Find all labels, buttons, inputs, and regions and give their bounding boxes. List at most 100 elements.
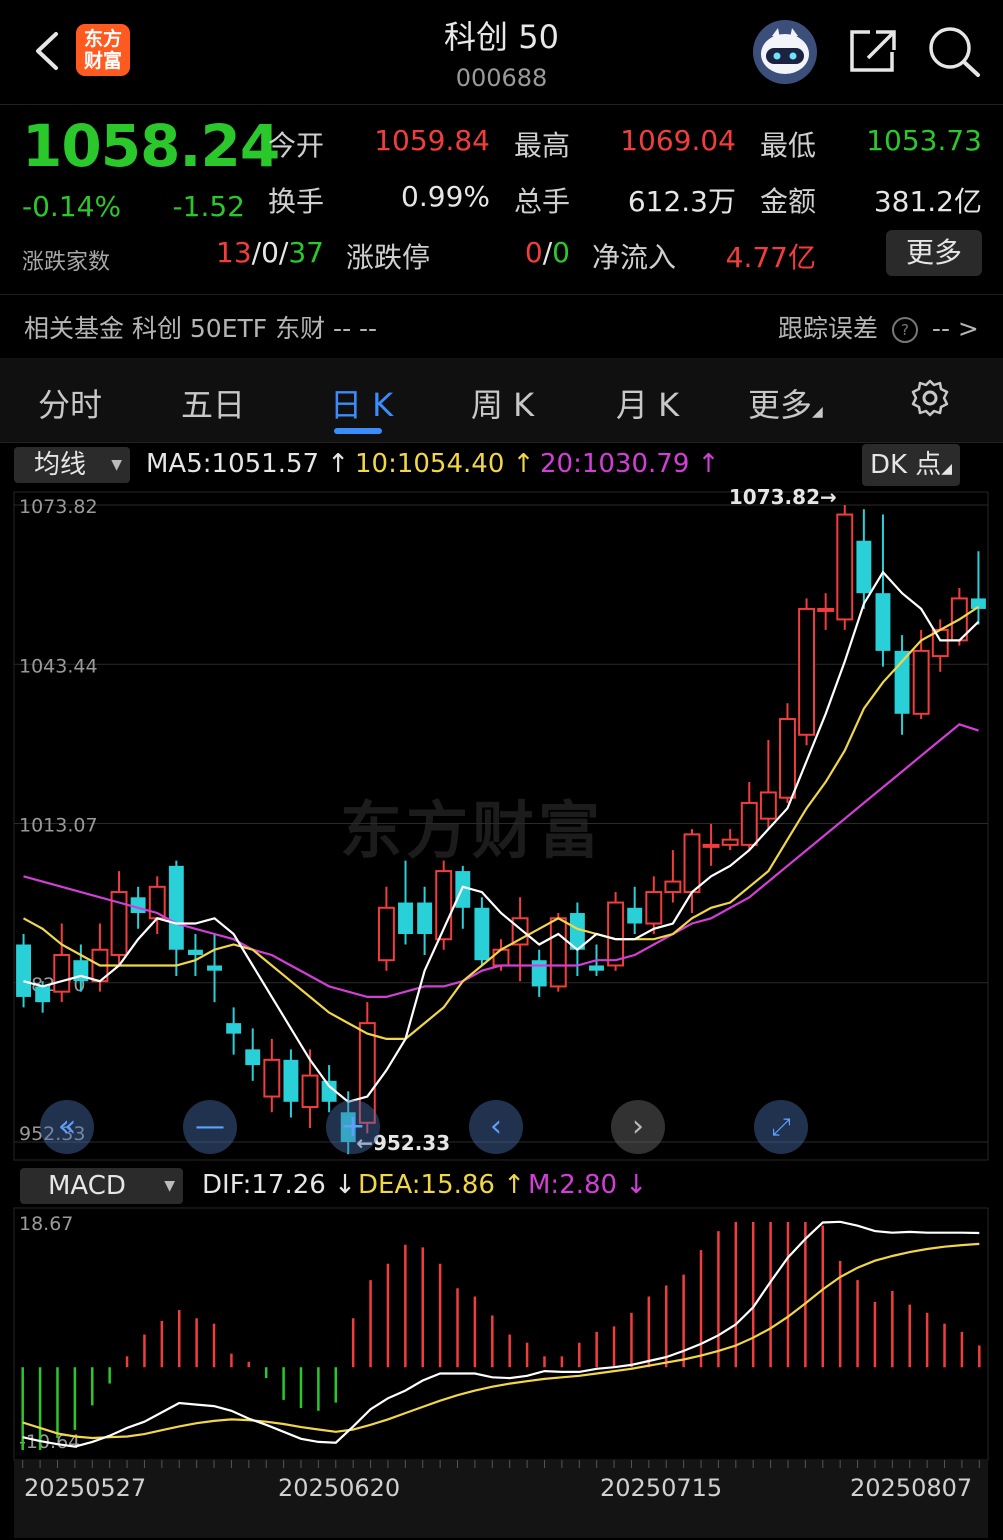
date-axis-label: 20250715 (600, 1474, 722, 1502)
m-readout: M:2.80 ↓ (528, 1170, 648, 1200)
open-label: 今开 (268, 129, 325, 162)
ma-select-label: 均线 (34, 450, 87, 480)
zoom-out-button[interactable]: — (183, 1100, 237, 1154)
candle-body-down (130, 897, 146, 914)
limit-up-count: 0 (524, 236, 543, 269)
y-axis-label: 1043.44 (19, 655, 98, 677)
tracking-error-value: -- (931, 314, 958, 343)
limit-down-count: 0 (552, 236, 570, 269)
netflow-label: 净流入 (592, 241, 677, 274)
candlestick-chart[interactable]: 1073.821043.441013.07982.70952.331073.82… (0, 486, 1003, 1166)
fullscreen-button[interactable]: ⤢ (754, 1100, 808, 1154)
candle-body-up (836, 513, 854, 621)
candle-body-down (16, 944, 31, 997)
candle-body-down (474, 907, 490, 961)
chevron-right-icon: › (632, 1109, 644, 1144)
amount-value: 381.2亿 (873, 185, 982, 218)
chart-period-tabs: 分时 五日 日 K 周 K 月 K 更多◢ (0, 358, 1003, 443)
turnover-value: 0.99% (401, 180, 490, 213)
candle-body-up (721, 838, 739, 846)
pan-right-button[interactable]: › (611, 1100, 665, 1154)
candle-body-down (168, 865, 184, 950)
open-value: 1059.84 (374, 124, 490, 157)
ma20-readout: 20:1030.79 ↑ (540, 449, 720, 479)
macd-chart[interactable]: 18.67-10.6420250527 20250620 20250715 20250… (0, 1206, 1003, 1540)
expand-arrows-icon: ⤢ (771, 1113, 791, 1141)
pan-left-button[interactable]: ‹ (469, 1100, 523, 1154)
candle-body-up (702, 843, 720, 848)
settings-gear-icon[interactable] (910, 378, 950, 418)
candle-body-up (817, 607, 835, 612)
current-price: 1058.24 (22, 112, 280, 180)
dropdown-triangle-icon: ▼ (111, 457, 122, 473)
dropdown-triangle-icon: ▼ (164, 1178, 175, 1194)
top-bar: 东方 财富 科创 50 000688 (0, 0, 1003, 105)
candle-body-up (759, 791, 777, 820)
dec-count: 37 (288, 236, 324, 269)
candle-body-up (740, 801, 758, 846)
indicator-select-macd[interactable]: MACD ▼ (20, 1168, 183, 1204)
candle-body-down (398, 902, 413, 935)
adv-dec-label: 涨跌家数 (22, 250, 111, 275)
date-axis-label: 20250620 (278, 1474, 400, 1502)
tab-five-day[interactable]: 五日 (181, 380, 245, 426)
search-icon[interactable] (926, 24, 982, 78)
ma10-readout: 10:1054.40 ↑ (355, 449, 535, 479)
date-axis-bar (14, 1460, 988, 1538)
double-chevron-left-icon: « (57, 1109, 77, 1144)
low-label: 最低 (760, 129, 817, 162)
tab-monthly-k[interactable]: 月 K (616, 380, 679, 426)
candle-body-up (607, 901, 625, 967)
tab-daily-k[interactable]: 日 K (330, 380, 393, 426)
share-icon[interactable] (846, 26, 900, 76)
tab-intraday[interactable]: 分时 (38, 380, 102, 426)
high-price-marker: 1073.82→ (729, 486, 837, 509)
candle-body-down (226, 1023, 242, 1034)
candle-body-up (645, 891, 663, 925)
indicator-select-ma[interactable]: 均线 ▼ (14, 447, 130, 483)
candle-body-up (912, 649, 930, 715)
dk-points-button[interactable]: DK 点◢ (862, 444, 960, 486)
tracking-error: 跟踪误差 ? -- > (778, 309, 979, 345)
candle-body-up (549, 917, 567, 988)
candle-body-down (245, 1049, 261, 1066)
change-percent: -0.14% (22, 190, 122, 223)
tab-weekly-k[interactable]: 周 K (471, 380, 534, 426)
macd-select-label: MACD (48, 1171, 126, 1201)
help-circle-icon[interactable]: ? (891, 317, 918, 343)
robot-assistant-icon[interactable] (750, 18, 820, 86)
adv-dec-values: 13/0/37 (216, 236, 324, 269)
ma10-line (22, 605, 980, 1041)
candle-body-down (35, 986, 51, 1003)
adv-count: 13 (216, 236, 252, 269)
candle-body-down (531, 960, 547, 987)
related-fund-row[interactable]: 相关基金 科创 50ETF 东财 -- -- 跟踪误差 ? -- > (0, 294, 1003, 360)
dif-readout: DIF:17.26 ↓ (202, 1170, 356, 1200)
tracking-error-label: 跟踪误差 (778, 314, 879, 343)
more-quote-button[interactable]: 更多 (886, 230, 982, 276)
limit-label: 涨跌停 (346, 241, 431, 274)
candle-body-down (856, 540, 872, 594)
candle-body-up (798, 607, 816, 736)
date-axis-label: 20250807 (850, 1474, 972, 1502)
candle-body-up (492, 948, 510, 967)
ma5-readout: MA5:1051.57 ↑ (146, 449, 350, 479)
candle-body-up (779, 718, 796, 799)
candle-body-down (207, 965, 222, 971)
candle-body-up (664, 880, 682, 894)
candle-body-down (589, 965, 604, 971)
related-fund-label: 相关基金 科创 50ETF 东财 -- -- (24, 314, 378, 343)
tab-more[interactable]: 更多◢ (748, 380, 823, 426)
date-axis-label: 20250527 (24, 1474, 146, 1502)
candle-body-down (627, 907, 643, 924)
chevron-left-icon: ‹ (490, 1109, 502, 1144)
rewind-fast-button[interactable]: « (40, 1100, 94, 1154)
candle-body-down (283, 1059, 299, 1102)
turnover-label: 换手 (268, 185, 325, 218)
zoom-in-button[interactable]: + (326, 1100, 380, 1154)
high-label: 最高 (514, 129, 571, 162)
amount-label: 金额 (760, 185, 817, 218)
candle-body-up (53, 953, 71, 993)
candle-body-up (263, 1058, 281, 1098)
y-axis-label: 1013.07 (19, 815, 98, 837)
